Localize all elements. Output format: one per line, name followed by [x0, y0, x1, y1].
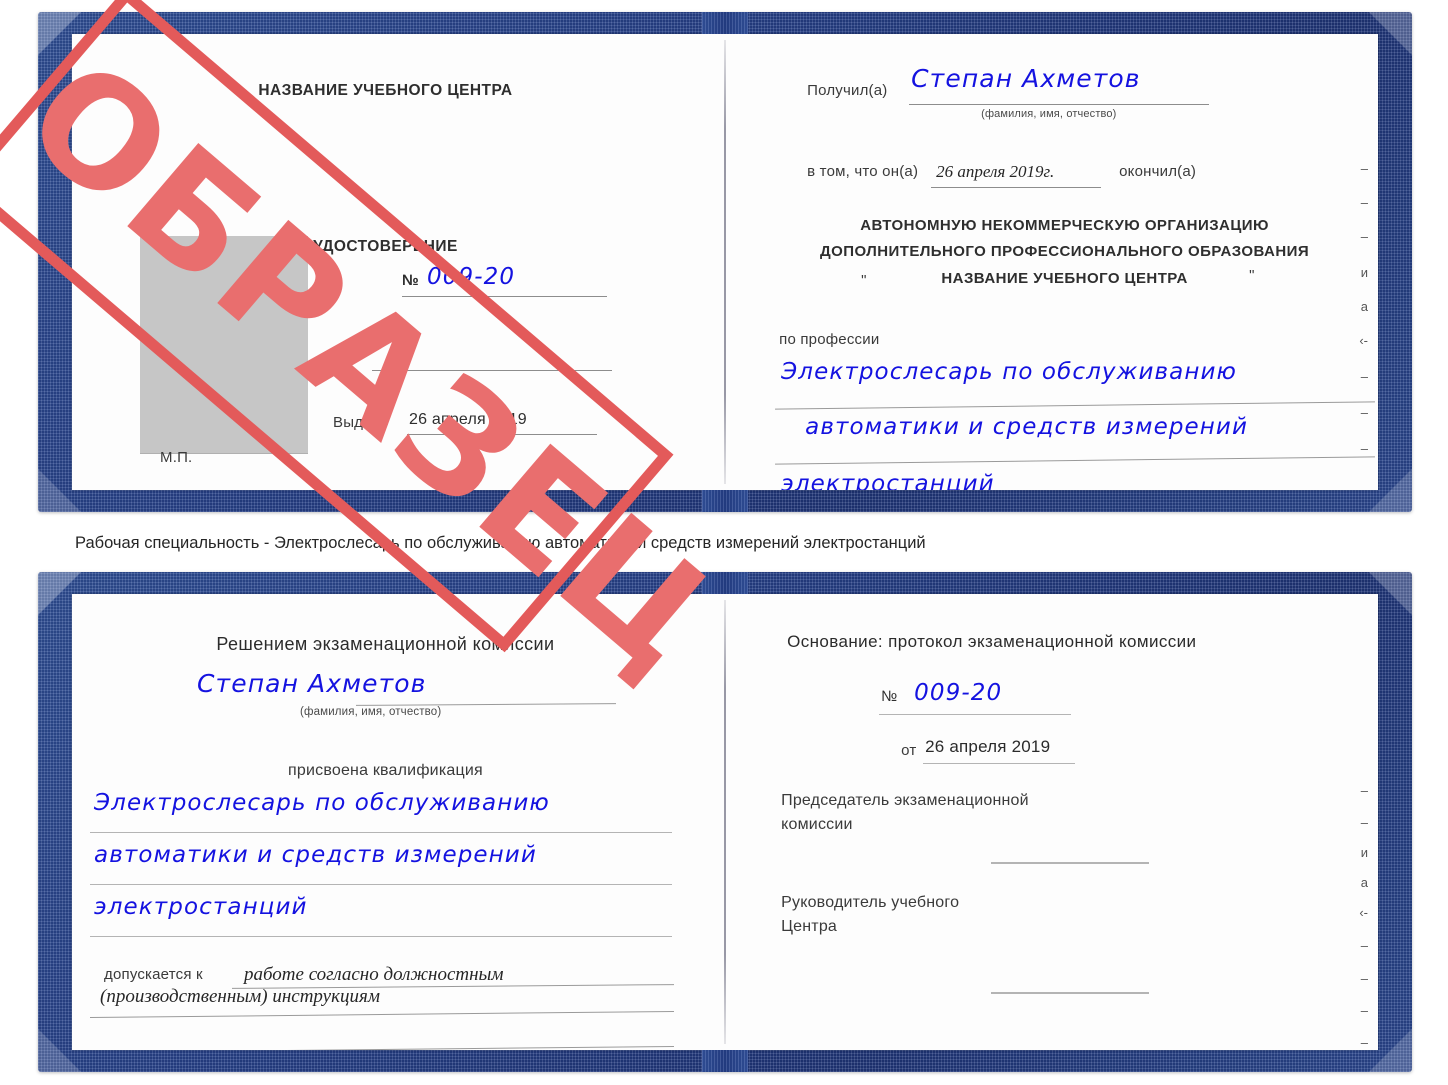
admitted-label: допускается к: [104, 966, 203, 983]
edge-artifacts-top: – – – и а ‹- – – –: [1359, 161, 1368, 456]
name-hint-bottom: (фамилия, имя, отчество): [300, 706, 442, 718]
protocol-date-rule: [923, 763, 1076, 764]
protocol-number-symbol: №: [881, 688, 898, 705]
in-that-label: в том, что он(а): [807, 163, 919, 180]
certificate-top-cover: НАЗВАНИЕ УЧЕБНОГО ЦЕНТРА УДОСТОВЕРЕНИЕ №…: [0, 0, 1412, 707]
finished-label: окончил(а): [1119, 163, 1197, 180]
bottom-left-page: Решением экзаменационной комиссии Степан…: [72, 594, 699, 1050]
caption-text: Рабочая специальность - Электрослесарь п…: [75, 534, 926, 552]
quote-close: ": [1249, 267, 1255, 284]
profession-rule-2: [775, 456, 1376, 465]
organization-line-2: ДОПОЛНИТЕЛЬНОГО ПРОФЕССИОНАЛЬНОГО ОБРАЗО…: [820, 243, 1310, 260]
protocol-date-value: 26 апреля 2019: [925, 737, 1051, 756]
decision-label: Решением экзаменационной комиссии: [216, 634, 555, 654]
qualification-rule-2: [90, 884, 672, 885]
protocol-number-value: 009-20: [914, 680, 1003, 706]
issued-label: Выдано: [333, 414, 389, 431]
admitted-rule-3: [90, 1045, 674, 1050]
recipient-name-rule: [909, 104, 1210, 105]
spine-fold-bottom: [724, 600, 726, 1044]
issued-rule: [407, 434, 597, 435]
top-right-page: Получил(а) Степан Ахметов (фамилия, имя,…: [751, 34, 1378, 490]
photo-placeholder: [140, 236, 308, 454]
profession-label: по профессии: [779, 331, 880, 348]
spine-fold-top: [724, 40, 726, 484]
number-rule-top: [402, 296, 607, 297]
qualification-line-1: Электрослесарь по обслуживанию: [94, 790, 550, 816]
completion-date-rule: [931, 187, 1102, 188]
completion-date: 26 апреля 2019г.: [936, 162, 1055, 181]
head-line-1: Руководитель учебного: [781, 894, 960, 911]
training-center-name-top: НАЗВАНИЕ УЧЕБНОГО ЦЕНТРА: [258, 82, 513, 99]
certificate-top-paper: НАЗВАНИЕ УЧЕБНОГО ЦЕНТРА УДОСТОВЕРЕНИЕ №…: [72, 12, 1378, 512]
quote-open: ": [861, 272, 867, 289]
chairman-line-2: комиссии: [781, 816, 853, 833]
issued-date: 26 апреля 2019: [409, 411, 527, 428]
certificate-bottom-cover: Решением экзаменационной комиссии Степан…: [38, 572, 1412, 1072]
chairman-line-1: Председатель экзаменационной: [781, 792, 1029, 809]
head-signature-rule: [991, 992, 1150, 994]
qualification-rule-1: [90, 832, 672, 833]
profession-rule-1: [775, 401, 1376, 410]
profession-line-3: электростанций: [781, 471, 995, 490]
qualification-line-2: автоматики и средств измерений: [94, 842, 537, 868]
qualification-rule-3: [90, 936, 672, 937]
organization-line-3: НАЗВАНИЕ УЧЕБНОГО ЦЕНТРА: [941, 270, 1188, 287]
received-label: Получил(а): [807, 82, 888, 99]
protocol-date-prefix: от: [901, 742, 917, 759]
organization-line-1: АВТОНОМНУЮ НЕКОММЕРЧЕСКУЮ ОРГАНИЗАЦИЮ: [860, 217, 1269, 234]
top-left-page: НАЗВАНИЕ УЧЕБНОГО ЦЕНТРА УДОСТОВЕРЕНИЕ №…: [72, 34, 699, 490]
protocol-number-rule: [879, 714, 1072, 715]
admitted-line-2: (производственным) инструкциям: [100, 986, 380, 1007]
number-symbol-top: №: [402, 272, 420, 289]
qualification-line-3: электростанций: [94, 894, 308, 920]
head-line-2: Центра: [781, 918, 838, 935]
profession-line-1: Электрослесарь по обслуживанию: [781, 359, 1237, 385]
certificate-bottom-paper: Решением экзаменационной комиссии Степан…: [72, 572, 1378, 1072]
chairman-signature-rule: [991, 862, 1150, 864]
seal-label: М.П.: [160, 449, 193, 466]
document-type-label: УДОСТОВЕРЕНИЕ: [313, 238, 458, 255]
recipient-name-top: Степан Ахметов: [911, 64, 1141, 93]
certificate-number-top: 009-20: [427, 264, 516, 290]
name-hint-top: (фамилия, имя, отчество): [981, 108, 1117, 120]
basis-label: Основание: протокол экзаменационной коми…: [787, 632, 1197, 651]
admitted-rule-2: [90, 1010, 674, 1019]
bottom-right-page: Основание: протокол экзаменационной коми…: [751, 594, 1378, 1050]
blank-rule-top: [372, 370, 612, 371]
recipient-name-bottom: Степан Ахметов: [197, 669, 427, 698]
admitted-line-1: работе согласно должностным: [244, 964, 504, 985]
qualification-label: присвоена квалификация: [288, 762, 483, 779]
profession-line-2: автоматики и средств измерений: [805, 414, 1249, 440]
edge-artifacts-bottom: – – и а ‹- – – – –: [1359, 783, 1368, 1050]
